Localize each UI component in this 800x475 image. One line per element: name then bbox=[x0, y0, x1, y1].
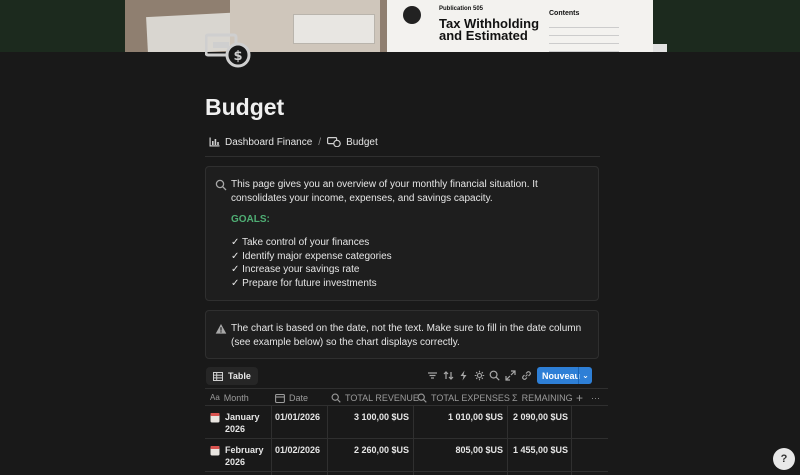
formula-icon: Σ bbox=[512, 392, 518, 403]
search-icon bbox=[417, 393, 427, 403]
add-column-button[interactable]: + bbox=[576, 389, 583, 406]
calendar-icon bbox=[275, 393, 285, 403]
cover-tax-document: Publication 505 Tax Withholding and Esti… bbox=[387, 0, 653, 52]
search-icon[interactable] bbox=[489, 370, 500, 381]
goal-item: ✓ Identify major expense categories bbox=[231, 250, 392, 262]
expand-icon[interactable] bbox=[505, 370, 516, 381]
tab-table-view[interactable]: Table bbox=[206, 367, 258, 385]
expenses-cell[interactable]: 1 010,00 $US bbox=[413, 406, 503, 439]
breadcrumb-label: Dashboard Finance bbox=[225, 136, 313, 148]
overview-callout[interactable]: This page gives you an overview of your … bbox=[205, 166, 599, 301]
remaining-cell[interactable]: 2 090,00 $US bbox=[507, 406, 568, 439]
cover-publication: Publication 505 bbox=[439, 6, 484, 12]
page-title[interactable]: Budget bbox=[205, 94, 284, 121]
divider bbox=[205, 156, 600, 157]
date-cell[interactable]: 01/01/2026 bbox=[275, 406, 320, 439]
cover-doc-title: Tax Withholding and Estimated bbox=[439, 16, 540, 43]
goal-item: ✓ Prepare for future investments bbox=[231, 277, 377, 289]
warning-icon bbox=[215, 324, 227, 334]
svg-text:$: $ bbox=[233, 49, 242, 64]
search-icon bbox=[331, 393, 341, 403]
column-month[interactable]: Aa Month bbox=[210, 389, 249, 406]
breadcrumb-budget[interactable]: Budget bbox=[327, 133, 378, 151]
table-row[interactable]: January 2026 01/01/2026 3 100,00 $US 1 0… bbox=[205, 406, 608, 439]
chevron-down-icon[interactable]: ⌄ bbox=[579, 371, 592, 380]
new-button[interactable]: Nouveau ⌄ bbox=[537, 367, 592, 384]
help-button[interactable]: ? bbox=[773, 448, 795, 470]
cover-photo-left bbox=[125, 0, 387, 52]
goals-heading: GOALS: bbox=[231, 214, 270, 225]
bar-chart-icon bbox=[209, 137, 220, 147]
revenue-cell[interactable]: 2 260,00 $US bbox=[327, 439, 409, 472]
column-date[interactable]: Date bbox=[275, 389, 308, 406]
breadcrumb-dashboard-finance[interactable]: Dashboard Finance bbox=[209, 133, 312, 151]
month-cell[interactable]: January 2026 bbox=[205, 406, 271, 439]
breadcrumb: Dashboard Finance / Budget bbox=[209, 133, 378, 151]
cover-contents: Contents bbox=[549, 10, 580, 17]
month-cell[interactable]: February 2026 bbox=[205, 439, 271, 472]
revenue-cell[interactable]: 3 100,00 $US bbox=[327, 406, 409, 439]
more-options-button[interactable]: ··· bbox=[591, 389, 600, 406]
warning-text: The chart is based on the date, not the … bbox=[231, 323, 582, 348]
page-cover-image[interactable]: Publication 505 Tax Withholding and Esti… bbox=[0, 0, 800, 52]
link-icon[interactable] bbox=[521, 370, 532, 381]
breadcrumb-label: Budget bbox=[346, 136, 378, 148]
customize-icon[interactable] bbox=[474, 370, 485, 381]
money-icon bbox=[327, 137, 341, 147]
warning-callout[interactable]: The chart is based on the date, not the … bbox=[205, 310, 599, 359]
seal-icon bbox=[403, 6, 421, 24]
filter-icon[interactable] bbox=[427, 370, 438, 381]
table-header: Aa Month Date TOTAL REVENUE TOTAL EXPENS… bbox=[205, 388, 608, 406]
remaining-cell[interactable]: 1 455,00 $US bbox=[507, 439, 568, 472]
search-icon bbox=[215, 179, 227, 191]
text-type-icon: Aa bbox=[210, 393, 220, 402]
expenses-cell[interactable]: 805,00 $US bbox=[413, 439, 503, 472]
overview-text: This page gives you an overview of your … bbox=[231, 179, 538, 204]
column-total-revenue[interactable]: TOTAL REVENUE bbox=[331, 389, 419, 406]
date-cell[interactable]: 01/02/2026 bbox=[275, 439, 320, 472]
goals-list: ✓ Take control of your finances ✓ Identi… bbox=[231, 236, 392, 290]
goal-item: ✓ Increase your savings rate bbox=[231, 264, 360, 275]
automation-icon[interactable] bbox=[458, 370, 469, 381]
sort-icon[interactable] bbox=[443, 370, 454, 381]
calendar-icon bbox=[210, 446, 220, 456]
goal-item: ✓ Take control of your finances bbox=[231, 237, 370, 248]
breadcrumb-separator: / bbox=[318, 136, 322, 148]
new-button-label: Nouveau bbox=[542, 370, 581, 381]
table-icon bbox=[213, 371, 223, 381]
column-total-expenses[interactable]: TOTAL EXPENSES bbox=[417, 389, 510, 406]
tab-label: Table bbox=[228, 371, 251, 381]
money-icon[interactable]: $ bbox=[205, 33, 251, 69]
column-remaining[interactable]: Σ REMAINING bbox=[512, 389, 573, 406]
calendar-icon bbox=[210, 413, 220, 423]
table-row[interactable]: February 2026 01/02/2026 2 260,00 $US 80… bbox=[205, 439, 608, 472]
